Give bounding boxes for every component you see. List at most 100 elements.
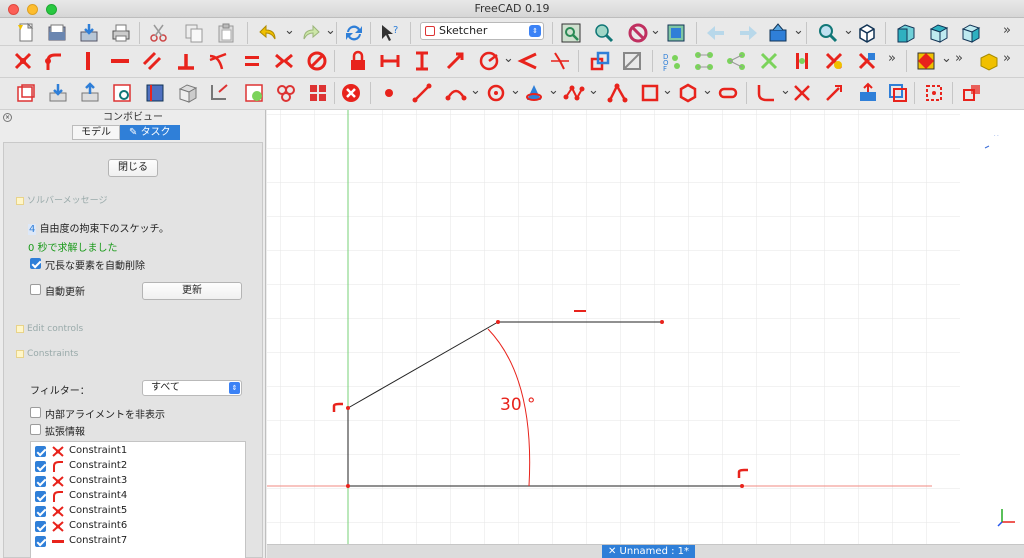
equal-constraint-icon[interactable] [240,49,264,73]
radius-dropdown-icon[interactable]: ⌄ [503,51,514,66]
link-dropdown-icon[interactable]: ⌄ [793,23,804,38]
toolbar-overflow-icon[interactable]: » [1003,23,1011,38]
document-tab-unnamed[interactable]: ✕ Unnamed : 1* [602,545,696,558]
rectangle-icon[interactable] [638,81,662,105]
clone-dropdown-icon[interactable]: ⌄ [941,51,952,66]
toggle-construction-icon[interactable] [855,49,879,73]
external-link-icon[interactable] [960,81,984,105]
list-item[interactable]: Constraint2 [31,459,245,474]
close-button[interactable]: 閉じる [108,159,158,177]
constraint-checkbox[interactable] [35,476,46,487]
hide-internal-alignment-checkbox[interactable] [30,407,41,418]
external-geometry-icon[interactable] [856,81,880,105]
sketch-canvas[interactable]: 30 ° · · [267,110,1024,544]
radius-constraint-icon[interactable] [478,49,502,73]
trim-icon[interactable] [790,81,814,105]
draw-style-dropdown-icon[interactable]: ⌄ [650,23,661,38]
construction-mode-icon[interactable] [922,81,946,105]
extended-info-checkbox[interactable] [30,424,41,435]
redo-icon[interactable] [298,21,322,45]
constraints-list[interactable]: Constraint1 Constraint2 Constraint3 Cons… [30,441,246,558]
forward-icon[interactable] [736,21,760,45]
carbon-copy-icon[interactable] [886,81,910,105]
new-sketch-icon[interactable] [14,81,38,105]
vertical-constraint-icon[interactable] [76,49,100,73]
open-file-icon[interactable] [45,21,69,45]
auto-remove-redundants-checkbox[interactable] [30,258,41,269]
front-view-icon[interactable] [894,21,918,45]
mirror-sketch-icon[interactable] [306,81,330,105]
fit-selection-icon[interactable] [592,21,616,45]
dof-icon[interactable]: DOF [660,49,684,73]
zoom-icon[interactable] [816,21,840,45]
reorient-sketch-icon[interactable] [208,81,232,105]
undo-icon[interactable] [257,21,281,45]
extend-icon[interactable] [822,81,846,105]
redo-dropdown-icon[interactable]: ⌄ [325,23,336,38]
bounding-box-icon[interactable] [664,21,688,45]
tangent-constraint-icon[interactable] [206,49,230,73]
edit-controls-section-header[interactable]: Edit controls [16,324,83,334]
navigation-cube[interactable]: · · [984,133,999,149]
symmetric-constraint-icon[interactable] [272,49,296,73]
constraint-checkbox[interactable] [35,521,46,532]
list-item[interactable]: Constraint6 [31,519,245,534]
print-icon[interactable] [109,21,133,45]
tab-task[interactable]: ✎ タスク [120,125,180,140]
axonometric-icon[interactable] [855,21,879,45]
sketch-vertex[interactable] [346,484,350,488]
constraint-checkbox[interactable] [35,461,46,472]
close-shape-icon[interactable] [339,81,363,105]
sketch-vertex[interactable] [346,406,350,410]
vertical-distance-icon[interactable] [410,49,434,73]
view-section-icon[interactable] [143,81,167,105]
save-icon[interactable] [77,21,101,45]
perpendicular-constraint-icon[interactable] [174,49,198,73]
point-icon[interactable] [377,81,401,105]
sketch-view-section-icon[interactable] [977,49,1001,73]
new-file-icon[interactable] [14,21,38,45]
bspline-create-icon[interactable] [562,81,586,105]
polyline-icon[interactable] [606,81,630,105]
associated-icon[interactable] [790,49,814,73]
list-item[interactable]: Constraint5 [31,504,245,519]
panel-close-icon[interactable]: × [3,113,12,122]
draw-style-icon[interactable] [626,21,650,45]
lock-constraint-icon[interactable] [346,49,370,73]
zoom-dropdown-icon[interactable]: ⌄ [843,23,854,38]
constraint-checkbox[interactable] [35,446,46,457]
window-maximize-button[interactable] [46,4,57,15]
right-view-icon[interactable] [959,21,983,45]
circle-dropdown-icon[interactable]: ⌄ [510,83,521,98]
sketch-viewport[interactable]: 30 ° · · [267,110,1024,544]
redundant-icon[interactable] [757,49,781,73]
rectangle-dropdown-icon[interactable]: ⌄ [662,83,673,98]
dof-count-link[interactable]: 4 [28,224,37,235]
sketch-vertex[interactable] [740,484,744,488]
list-item[interactable]: Constraint7 [31,534,245,549]
sketch-vertex[interactable] [496,320,500,324]
coincident-constraint-icon[interactable] [11,49,35,73]
validate-sketch-icon[interactable] [242,81,266,105]
point-on-object-icon[interactable] [42,49,66,73]
constraint-checkbox[interactable] [35,536,46,547]
snell-law-icon[interactable] [548,49,572,73]
conflicting-icon[interactable] [724,49,748,73]
list-item[interactable]: Constraint3 [31,474,245,489]
select-elements-icon[interactable] [692,49,716,73]
window-minimize-button[interactable] [27,4,38,15]
line-icon[interactable] [410,81,434,105]
workbench-selector[interactable]: Sketcher ⇕ [420,22,544,40]
top-view-icon[interactable] [927,21,951,45]
constraint-checkbox[interactable] [35,506,46,517]
sketch-overflow-icon[interactable]: » [955,51,963,66]
solver-section-header[interactable]: ソルバーメッセージ [16,193,107,206]
distance-constraint-icon[interactable] [443,49,467,73]
angle-constraint-icon[interactable] [516,49,540,73]
bspline-dropdown-icon[interactable]: ⌄ [588,83,599,98]
polygon-icon[interactable] [676,81,700,105]
list-item[interactable]: Constraint4 [31,489,245,504]
window-close-button[interactable] [8,4,19,15]
polygon-dropdown-icon[interactable]: ⌄ [702,83,713,98]
arc-icon[interactable] [444,81,468,105]
